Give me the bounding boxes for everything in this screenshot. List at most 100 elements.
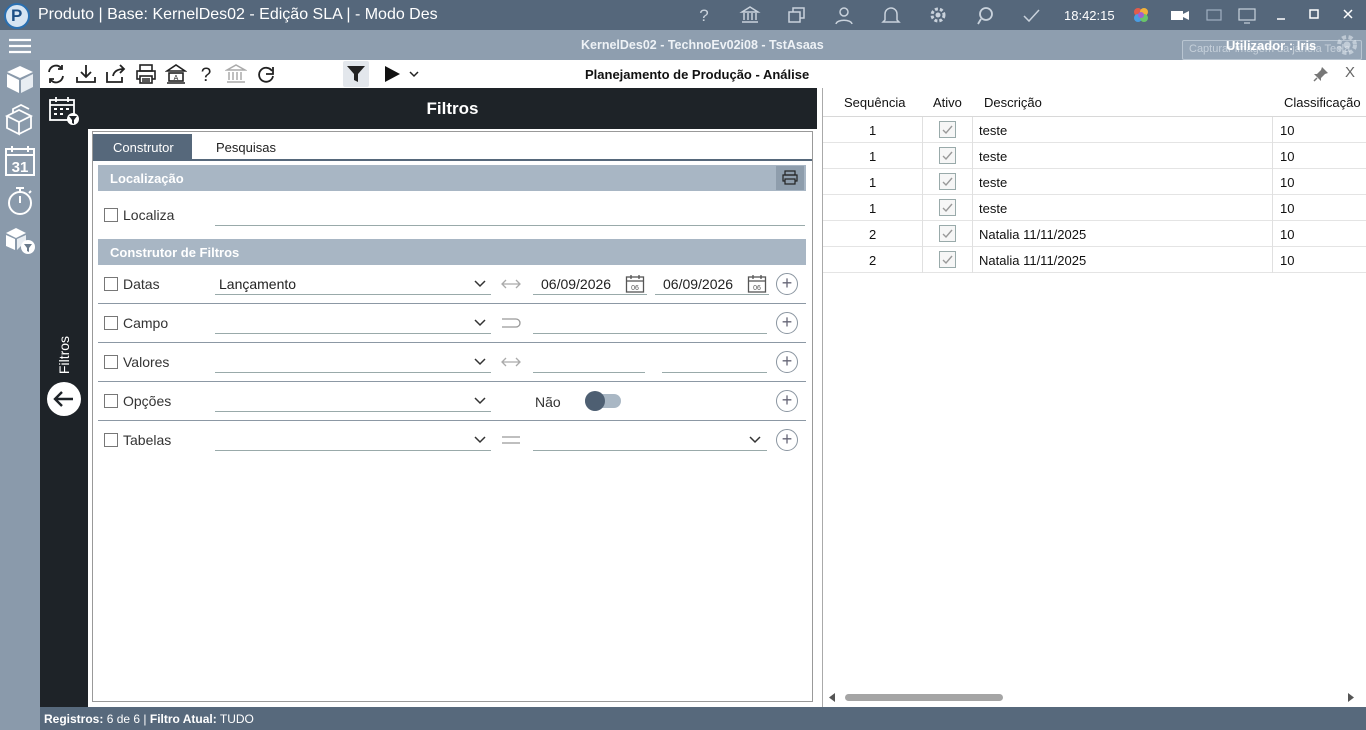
add-campo-button[interactable]: + — [776, 312, 798, 334]
tabelas-field-select[interactable] — [215, 429, 491, 451]
chevron-down-icon[interactable] — [474, 280, 486, 288]
user-icon[interactable] — [833, 5, 855, 25]
svg-text:?: ? — [699, 6, 708, 25]
tablet-icon[interactable] — [1203, 5, 1225, 25]
windows-icon[interactable] — [786, 5, 808, 25]
cell-divider — [972, 221, 973, 247]
valores-from-input[interactable] — [533, 351, 645, 373]
opcoes-toggle[interactable] — [585, 391, 621, 411]
calendar-31-icon[interactable]: 31 — [3, 144, 37, 178]
tabelas-checkbox[interactable] — [104, 433, 118, 447]
settings-cog-icon[interactable] — [1334, 32, 1360, 58]
chevron-down-icon[interactable] — [474, 358, 486, 366]
valores-field-select[interactable] — [215, 351, 491, 373]
table-row[interactable]: 1 teste 10 — [823, 195, 1366, 221]
calendar-filter-icon[interactable] — [48, 96, 80, 126]
column-descricao[interactable]: Descrição — [984, 95, 1042, 110]
server-bar: KernelDes02 - TechnoEv02i08 - TstAsaas C… — [0, 30, 1366, 60]
campo-field-select[interactable] — [215, 312, 491, 334]
add-tabelas-button[interactable]: + — [776, 429, 798, 451]
filter-toggle-button[interactable] — [343, 61, 369, 87]
localiza-input[interactable] — [215, 204, 805, 226]
print-localizacao-icon[interactable] — [776, 166, 804, 190]
print-icon[interactable] — [135, 63, 157, 85]
valores-checkbox[interactable] — [104, 355, 118, 369]
filters-vertical-label: Filtros — [56, 335, 72, 375]
table-row[interactable]: 1 teste 10 — [823, 117, 1366, 143]
status-bar: Registros: 6 de 6 | Filtro Atual: TUDO — [40, 707, 1366, 730]
pin-icon[interactable] — [1313, 66, 1329, 82]
redo-icon[interactable] — [255, 63, 277, 85]
close-window-icon[interactable] — [1337, 5, 1359, 25]
chevron-down-icon[interactable] — [474, 319, 486, 327]
hamburger-menu-icon[interactable] — [8, 37, 32, 55]
campo-checkbox[interactable] — [104, 316, 118, 330]
cell-ativo-checkbox[interactable] — [939, 173, 956, 190]
stopwatch-icon[interactable] — [3, 184, 37, 218]
boxes-icon[interactable] — [3, 102, 37, 136]
row-divider — [98, 303, 806, 304]
tab-pesquisas[interactable]: Pesquisas — [196, 134, 294, 159]
institution-icon[interactable] — [225, 63, 247, 85]
calendar-icon[interactable]: 06 — [747, 274, 767, 294]
chevron-down-icon[interactable] — [407, 63, 421, 85]
cell-descricao: Natalia 11/11/2025 — [979, 253, 1087, 268]
cell-sequencia: 1 — [869, 123, 877, 138]
calendar-icon[interactable]: 06 — [625, 274, 645, 294]
boxes-filter-icon[interactable] — [3, 223, 37, 257]
refresh-icon[interactable] — [45, 63, 67, 85]
table-row[interactable]: 2 Natalia 11/11/2025 10 — [823, 221, 1366, 247]
maximize-icon[interactable] — [1303, 5, 1325, 25]
monitor-icon[interactable] — [1236, 5, 1258, 25]
checkmark-icon[interactable] — [1020, 5, 1042, 25]
add-datas-button[interactable]: + — [776, 273, 798, 295]
cell-divider — [972, 117, 973, 143]
cell-ativo-checkbox[interactable] — [939, 199, 956, 216]
column-ativo[interactable]: Ativo — [933, 95, 962, 110]
add-opcoes-button[interactable]: + — [776, 390, 798, 412]
video-camera-icon[interactable] — [1169, 5, 1191, 25]
cell-ativo-checkbox[interactable] — [939, 147, 956, 164]
campo-value-input[interactable] — [533, 312, 767, 334]
help-icon[interactable]: ? — [693, 5, 715, 25]
table-row[interactable]: 1 teste 10 — [823, 169, 1366, 195]
download-icon[interactable] — [75, 63, 97, 85]
bank-icon[interactable] — [739, 5, 761, 25]
minimize-icon[interactable] — [1270, 5, 1292, 25]
chevron-down-icon[interactable] — [474, 436, 486, 444]
tabelas-value-select[interactable] — [533, 429, 767, 451]
bell-icon[interactable] — [880, 5, 902, 25]
chevron-down-icon[interactable] — [749, 436, 761, 444]
column-sequencia[interactable]: Sequência — [844, 95, 905, 110]
tab-construtor[interactable]: Construtor — [93, 134, 192, 159]
question-icon[interactable]: ? — [195, 63, 217, 85]
cell-divider — [1272, 117, 1273, 143]
back-arrow-button[interactable] — [47, 382, 81, 416]
chevron-down-icon[interactable] — [474, 397, 486, 405]
range-arrows-icon — [500, 277, 522, 291]
cell-ativo-checkbox[interactable] — [939, 225, 956, 242]
package-icon[interactable] — [3, 62, 37, 96]
export-icon[interactable] — [105, 63, 127, 85]
close-panel-button[interactable]: X — [1345, 64, 1355, 81]
bank-report-icon[interactable]: A — [165, 63, 187, 85]
cell-classificacao: 10 — [1280, 227, 1295, 242]
settings-gear-icon[interactable] — [927, 5, 949, 25]
cell-ativo-checkbox[interactable] — [939, 251, 956, 268]
localiza-checkbox[interactable] — [104, 208, 118, 222]
valores-to-input[interactable] — [662, 351, 767, 373]
play-icon[interactable] — [381, 63, 403, 85]
cell-ativo-checkbox[interactable] — [939, 121, 956, 138]
color-wheel-icon[interactable] — [1130, 5, 1152, 25]
column-classificacao[interactable]: Classificação — [1284, 95, 1361, 110]
horizontal-scrollbar[interactable] — [823, 689, 1366, 706]
add-valores-button[interactable]: + — [776, 351, 798, 373]
status-separator: | — [143, 712, 147, 726]
opcoes-field-select[interactable] — [215, 390, 491, 412]
opcoes-checkbox[interactable] — [104, 394, 118, 408]
chat-icon[interactable] — [974, 5, 996, 25]
table-row[interactable]: 1 teste 10 — [823, 143, 1366, 169]
table-row[interactable]: 2 Natalia 11/11/2025 10 — [823, 247, 1366, 273]
datas-checkbox[interactable] — [104, 277, 118, 291]
user-label: Utilizador : Iris — [1226, 38, 1317, 53]
